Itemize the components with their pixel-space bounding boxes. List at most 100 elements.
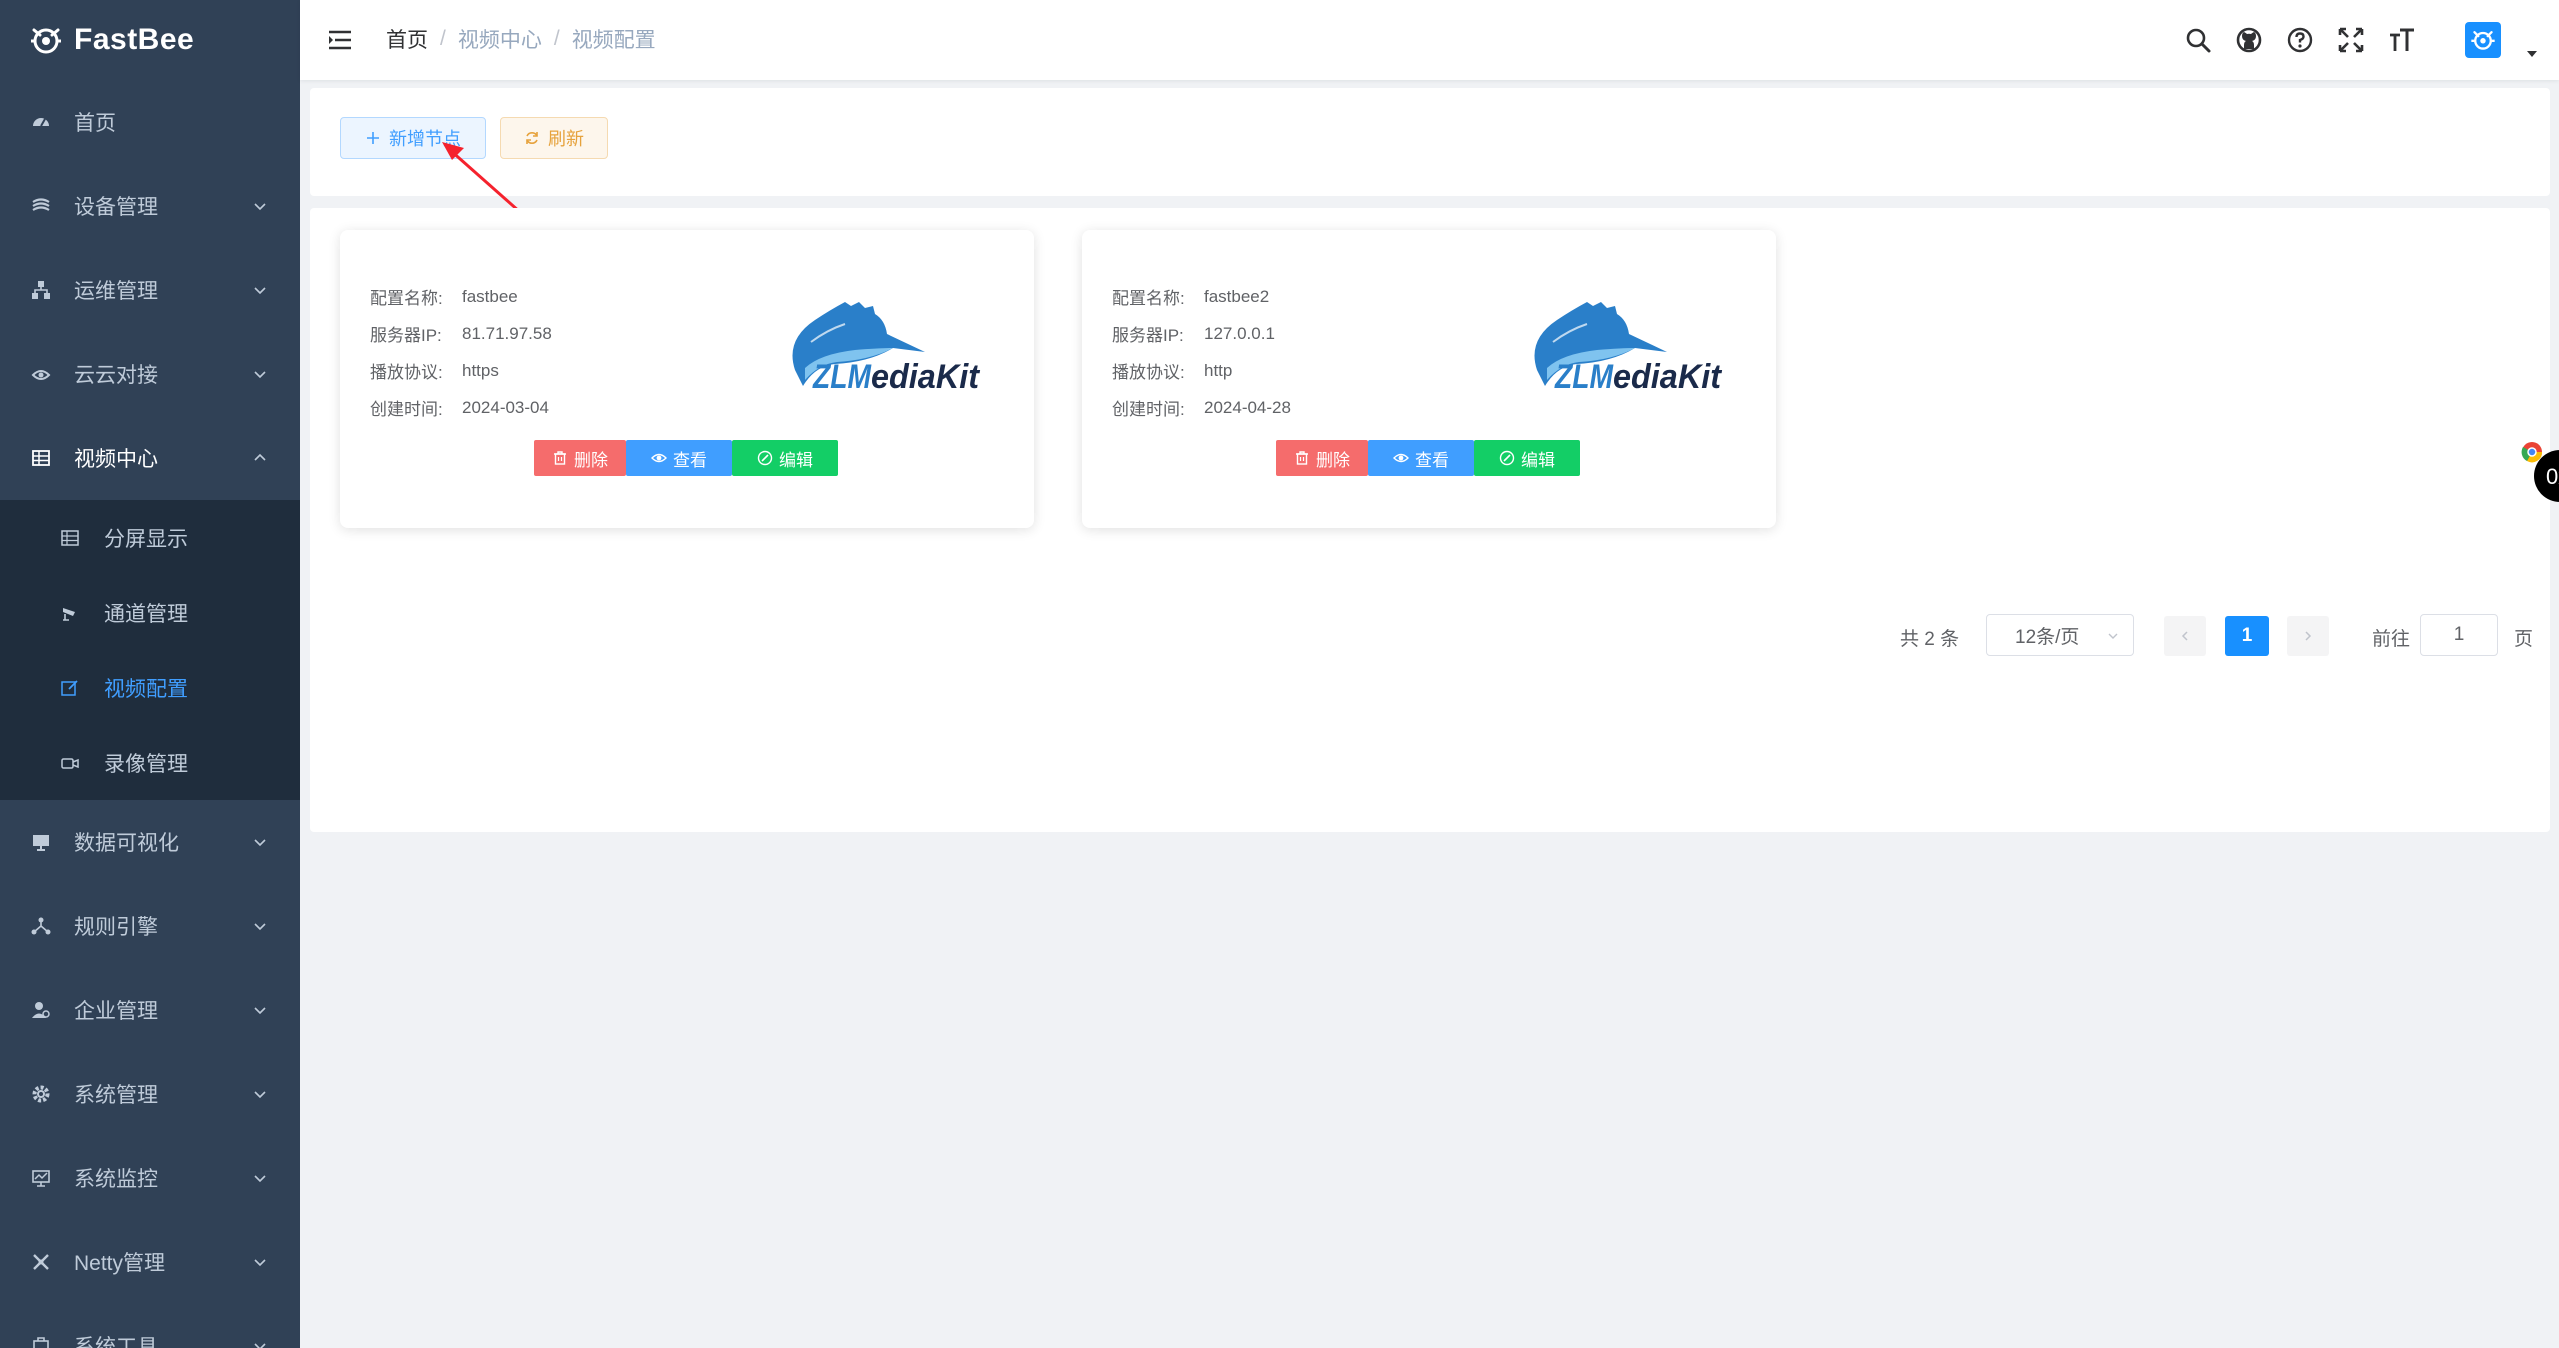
view-button[interactable]: 查看 xyxy=(626,440,732,476)
node-card: 配置名称: fastbee2 服务器IP: 127.0.0.1 播放协议: ht… xyxy=(1082,230,1776,528)
content-panel: 配置名称: fastbee 服务器IP: 81.71.97.58 播放协议: h… xyxy=(310,208,2550,832)
edit-label: 编辑 xyxy=(1521,450,1555,470)
cloud-icon xyxy=(30,363,52,385)
svg-text:ZLM: ZLM xyxy=(1554,358,1613,396)
sidebar-item-home[interactable]: 首页 xyxy=(0,80,300,164)
tree-icon xyxy=(30,279,52,301)
chevron-down-icon xyxy=(254,203,266,211)
logo[interactable]: FastBee xyxy=(0,0,300,80)
add-node-label: 新增节点 xyxy=(389,129,461,149)
card-row-ip: 服务器IP: 127.0.0.1 xyxy=(1112,315,1291,352)
sidebar-item-cloud[interactable]: 云云对接 xyxy=(0,332,300,416)
config-name-value: fastbee2 xyxy=(1204,286,1270,306)
sidebar-item-label: 数据可视化 xyxy=(74,832,179,855)
eye-icon xyxy=(1393,450,1409,466)
monitor-icon xyxy=(30,831,52,853)
plus-icon xyxy=(365,130,381,146)
edit-button[interactable]: 编辑 xyxy=(732,440,838,476)
pagination: 共 2 条 12条/页 1 前往 页 xyxy=(310,614,2550,658)
fullscreen-icon[interactable] xyxy=(2335,24,2367,56)
navbar: 首页 / 视频中心 / 视频配置 xyxy=(300,0,2559,80)
trash-icon xyxy=(1294,450,1310,466)
sidebar-item-device[interactable]: 设备管理 xyxy=(0,164,300,248)
created-label: 创建时间: xyxy=(1112,400,1185,419)
prev-page-button[interactable] xyxy=(2164,616,2206,656)
breadcrumb-current: 视频配置 xyxy=(571,29,656,52)
page-suffix: 页 xyxy=(2514,629,2534,650)
sidebar-item-label: 企业管理 xyxy=(74,1000,158,1023)
delete-button[interactable]: 删除 xyxy=(1276,440,1368,476)
edit-circle-icon xyxy=(757,450,773,466)
chevron-down-icon xyxy=(254,1175,266,1183)
pagination-total: 共 2 条 xyxy=(1900,629,1960,650)
sidebar-item-label: 通道管理 xyxy=(104,602,188,626)
card-row-ip: 服务器IP: 81.71.97.58 xyxy=(370,315,552,352)
breadcrumb-separator: / xyxy=(440,27,446,50)
sidebar-item-data-visual[interactable]: 数据可视化 xyxy=(0,800,300,884)
next-page-button[interactable] xyxy=(2287,616,2329,656)
sidebar-item-monitor[interactable]: 系统监控 xyxy=(0,1136,300,1220)
caret-down-icon[interactable] xyxy=(2525,47,2539,61)
protocol-value: https xyxy=(462,360,499,380)
delete-button[interactable]: 删除 xyxy=(534,440,626,476)
sidebar-item-label: Netty管理 xyxy=(74,1252,166,1275)
trash-icon xyxy=(552,450,568,466)
svg-text:ediaKit: ediaKit xyxy=(871,358,981,396)
add-node-button[interactable]: 新增节点 xyxy=(340,117,486,159)
sidebar-item-split-screen[interactable]: 分屏显示 xyxy=(0,500,300,575)
search-icon[interactable] xyxy=(2182,24,2214,56)
goto-page-input[interactable] xyxy=(2420,614,2498,656)
font-size-icon[interactable] xyxy=(2386,24,2418,56)
edit-icon xyxy=(60,678,80,698)
view-button[interactable]: 查看 xyxy=(1368,440,1474,476)
chevron-right-icon xyxy=(2305,631,2312,641)
gear-icon xyxy=(30,1083,52,1105)
sidebar-item-channel[interactable]: 通道管理 xyxy=(0,575,300,650)
chevron-down-icon xyxy=(254,287,266,295)
cross-icon xyxy=(30,1251,52,1273)
server-ip-label: 服务器IP: xyxy=(370,326,442,345)
chart-icon xyxy=(30,1167,52,1189)
chevron-up-icon xyxy=(254,453,266,461)
sidebar-item-video-center[interactable]: 视频中心 xyxy=(0,416,300,500)
github-icon[interactable] xyxy=(2233,24,2265,56)
breadcrumb-section: 视频中心 xyxy=(457,29,542,52)
sidebar-item-ops[interactable]: 运维管理 xyxy=(0,248,300,332)
breadcrumb-home[interactable]: 首页 xyxy=(386,24,428,54)
refresh-button[interactable]: 刷新 xyxy=(500,117,608,159)
sidebar-item-netty[interactable]: Netty管理 xyxy=(0,1220,300,1304)
refresh-icon xyxy=(524,130,540,146)
card-row-protocol: 播放协议: http xyxy=(1112,352,1291,389)
page-size-value: 12条/页 xyxy=(2015,626,2080,648)
sidebar: FastBee 首页 设备管理 运维管理 云云对接 视频中心 分屏显示 通道管理… xyxy=(0,0,300,1348)
floating-extension-icon[interactable]: 0x xyxy=(2520,440,2559,510)
nodes-icon xyxy=(30,915,52,937)
sidebar-item-label: 系统管理 xyxy=(74,1084,158,1107)
help-icon[interactable] xyxy=(2284,24,2316,56)
page-number[interactable]: 1 xyxy=(2225,616,2269,656)
delete-label: 删除 xyxy=(1316,450,1350,470)
edit-button[interactable]: 编辑 xyxy=(1474,440,1580,476)
card-row-created: 创建时间: 2024-04-28 xyxy=(1112,389,1291,426)
hamburger-icon[interactable] xyxy=(326,26,354,54)
sidebar-item-label: 视频中心 xyxy=(74,448,158,471)
config-name-label: 配置名称: xyxy=(1112,289,1185,308)
card-actions: 删除 查看 编辑 xyxy=(534,440,838,476)
avatar[interactable] xyxy=(2465,22,2501,58)
sidebar-item-rules[interactable]: 规则引擎 xyxy=(0,884,300,968)
sidebar-item-tools[interactable]: 系统工具 xyxy=(0,1304,300,1348)
sidebar-item-label: 视频配置 xyxy=(104,677,188,701)
sidebar-item-enterprise[interactable]: 企业管理 xyxy=(0,968,300,1052)
chevron-down-icon xyxy=(254,923,266,931)
sidebar-item-label: 规则引擎 xyxy=(74,916,158,939)
sidebar-item-system[interactable]: 系统管理 xyxy=(0,1052,300,1136)
chevron-down-icon xyxy=(254,839,266,847)
breadcrumb-separator: / xyxy=(553,27,560,50)
sidebar-item-video-config[interactable]: 视频配置 xyxy=(0,650,300,725)
page-size-select[interactable]: 12条/页 xyxy=(1986,614,2134,656)
edit-circle-icon xyxy=(1499,450,1515,466)
created-value: 2024-03-04 xyxy=(462,397,549,417)
video-center-submenu: 分屏显示 通道管理 视频配置 录像管理 xyxy=(0,500,300,800)
sidebar-item-recording[interactable]: 录像管理 xyxy=(0,725,300,800)
chevron-down-icon xyxy=(254,1007,266,1015)
